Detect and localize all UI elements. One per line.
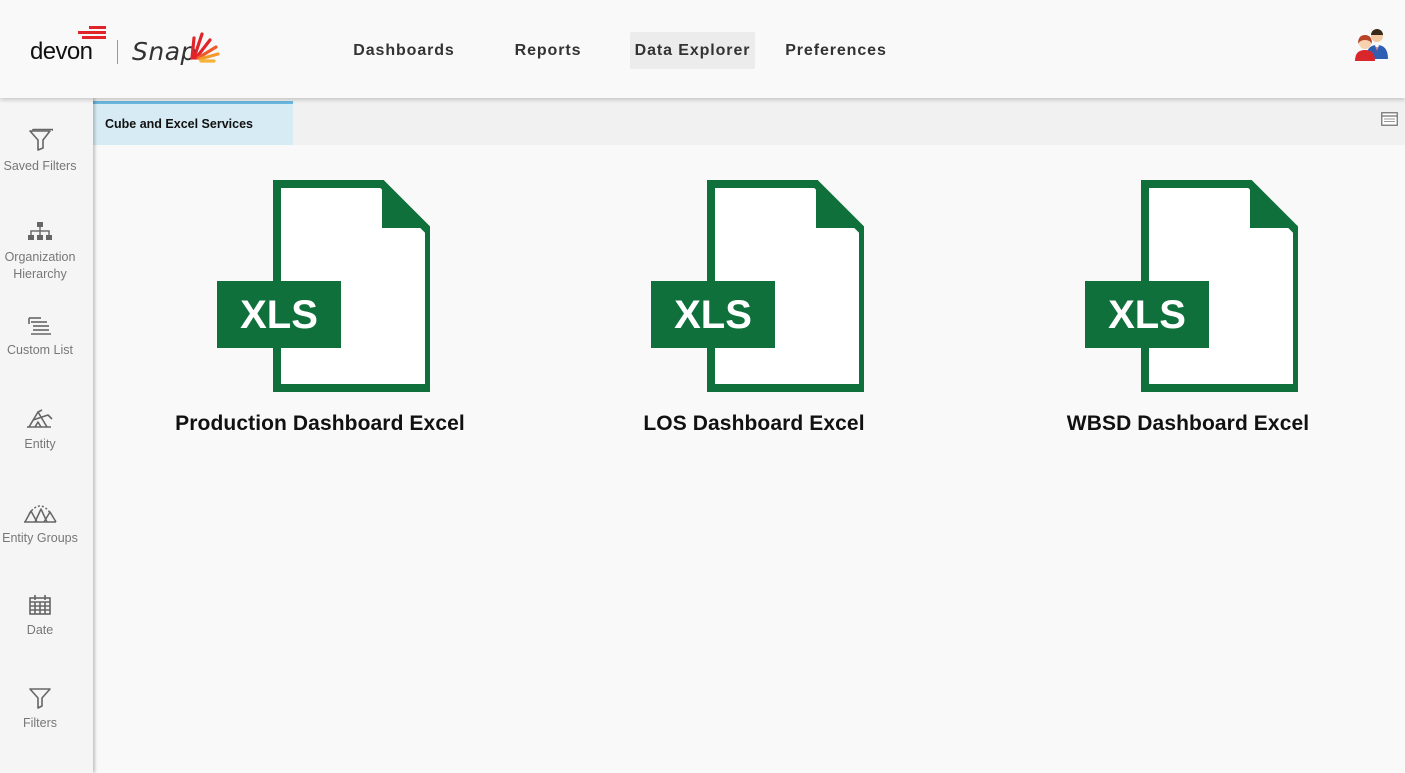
funnel-icon <box>29 688 51 709</box>
sidebar-item-filters[interactable]: Filters <box>0 687 80 732</box>
tab-cube-and-excel-services[interactable]: Cube and Excel Services <box>93 101 293 145</box>
snap-burst-icon <box>190 32 220 63</box>
org-hierarchy-icon <box>28 222 52 240</box>
entity-icon <box>27 409 53 428</box>
brand-company-name: devon <box>30 38 93 65</box>
saved-filters-icon <box>29 128 53 151</box>
brand-logo[interactable]: devon Snap <box>30 26 230 70</box>
file-card-production-dashboard-excel[interactable]: XLS Production Dashboard Excel <box>110 180 530 450</box>
sidebar-item-custom-list[interactable]: Custom List <box>0 316 80 359</box>
calendar-icon <box>29 595 51 615</box>
nav-data-explorer[interactable]: Data Explorer <box>630 32 755 69</box>
sidebar-item-entity-groups[interactable]: Entity Groups <box>0 500 80 547</box>
sidebar-label: Custom List <box>7 343 73 357</box>
sidebar-item-entity[interactable]: Entity <box>0 408 80 453</box>
brand-divider <box>117 40 118 64</box>
excel-file-icon: XLS <box>1085 180 1298 392</box>
nav-preferences[interactable]: Preferences <box>781 32 891 69</box>
main-content: XLS Production Dashboard Excel XLS LOS D… <box>93 145 1405 773</box>
sidebar-item-saved-filters[interactable]: Saved Filters <box>0 128 80 175</box>
sidebar-label: Organization Hierarchy <box>4 250 76 281</box>
custom-list-icon <box>28 317 51 335</box>
sidebar-label: Entity <box>24 437 56 451</box>
xls-badge-text: XLS <box>674 293 752 337</box>
xls-badge-text: XLS <box>240 293 318 337</box>
excel-file-icon: XLS <box>217 180 430 392</box>
top-header: devon Snap Dashboards Reports Data Explo… <box>0 0 1405 98</box>
tab-strip: Cube and Excel Services <box>93 98 1405 145</box>
sidebar-item-organization-hierarchy[interactable]: Organization Hierarchy <box>0 221 80 283</box>
panel-menu-icon[interactable] <box>1381 112 1398 126</box>
excel-file-icon: XLS <box>651 180 864 392</box>
sidebar-item-date[interactable]: Date <box>0 594 80 639</box>
user-avatar-icon[interactable] <box>1354 28 1390 62</box>
sidebar-label: Saved Filters <box>3 159 77 173</box>
file-card-los-dashboard-excel[interactable]: XLS LOS Dashboard Excel <box>544 180 964 450</box>
sidebar-label: Filters <box>22 716 58 730</box>
sidebar-label: Date <box>26 623 54 637</box>
file-title: Production Dashboard Excel <box>175 412 465 435</box>
xls-badge-text: XLS <box>1108 293 1186 337</box>
file-title: LOS Dashboard Excel <box>643 412 865 435</box>
nav-reports[interactable]: Reports <box>509 32 587 69</box>
sidebar-label: Entity Groups <box>2 531 78 545</box>
file-title: WBSD Dashboard Excel <box>1066 412 1310 435</box>
entity-groups-icon <box>24 505 57 523</box>
nav-dashboards[interactable]: Dashboards <box>349 32 459 69</box>
left-sidebar: Saved Filters Organization Hierarchy Cus… <box>0 98 93 773</box>
file-card-wbsd-dashboard-excel[interactable]: XLS WBSD Dashboard Excel <box>978 180 1398 450</box>
